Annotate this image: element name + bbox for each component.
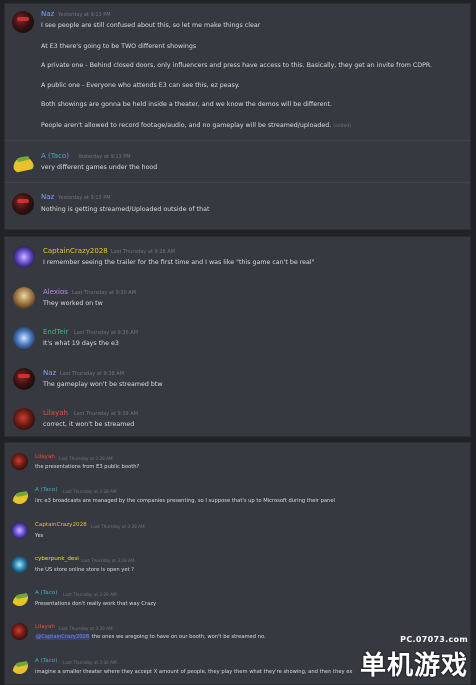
message-text: People aren't allowed to record footage/…: [41, 122, 351, 129]
avatar[interactable]: [11, 556, 28, 573]
message-text: It's what 19 days the e3: [43, 340, 119, 347]
timestamp: Last Thursday at 3:28 AM: [91, 524, 145, 529]
timestamp: Last Thursday at 9:36 AM: [74, 330, 139, 336]
timestamp: Last Thursday at 3:29 AM: [63, 592, 117, 597]
avatar[interactable]: [12, 193, 34, 215]
avatar[interactable]: [12, 11, 34, 33]
username[interactable]: EndTeir: [43, 328, 69, 336]
avatar[interactable]: [11, 522, 28, 539]
message-text: A private one - Behind closed doors, onl…: [41, 62, 433, 69]
timestamp: Last Thursday at 3:28 AM: [59, 456, 113, 461]
message-text: The gameplay won't be streamed btw: [43, 381, 163, 388]
timestamp: Last Thursday at 9:38 AM: [60, 371, 125, 377]
edited-label: (edited): [333, 124, 352, 129]
avatar[interactable]: [13, 246, 35, 268]
avatar[interactable]: [13, 408, 35, 430]
message-text: @CaptainCrazy2028 the ones we aregoing t…: [35, 634, 266, 640]
avatar[interactable]: [11, 589, 28, 606]
username[interactable]: Lilayah: [35, 624, 55, 630]
username[interactable]: CaptainCrazy2028: [35, 522, 87, 528]
timestamp: Last Thursday at 9:39 AM: [74, 411, 139, 417]
watermark-url: PC.07073.com: [400, 635, 468, 644]
username[interactable]: Lilayah: [43, 409, 68, 417]
username[interactable]: A (Taco): [35, 487, 57, 493]
divider: [5, 140, 470, 141]
message-text: Presentations don't really work that way…: [35, 601, 157, 607]
chat-panel-1: Naz Yesterday at 9:13 PM I see people ar…: [4, 3, 471, 230]
avatar[interactable]: [11, 657, 28, 674]
watermark: PC.07073.com 单机游戏: [344, 635, 472, 683]
message-line: the ones we aregoing to have on our boot…: [90, 634, 266, 640]
username[interactable]: CaptainCrazy2028: [43, 247, 108, 255]
divider: [5, 182, 470, 183]
username[interactable]: Alexios: [43, 288, 68, 296]
avatar[interactable]: [11, 487, 28, 504]
user-mention[interactable]: @CaptainCrazy2028: [35, 634, 91, 640]
username[interactable]: A (Taco): [35, 658, 57, 664]
message-text: At E3 there's going to be TWO different …: [41, 43, 197, 50]
message-text: the US store online store is open yet ?: [35, 567, 134, 573]
chat-panel-2: CaptainCrazy2028 Last Thursday at 9:28 A…: [4, 236, 471, 437]
message-line: People aren't allowed to record footage/…: [41, 122, 332, 129]
avatar[interactable]: [13, 287, 35, 309]
timestamp: Last Thursday at 3:28 AM: [81, 558, 135, 563]
timestamp: Last Thursday at 9:30 AM: [72, 290, 137, 296]
message-text: iirc e3 broadcasts are managed by the co…: [35, 498, 335, 504]
message-text: the presentations from E3 public booth?: [35, 464, 140, 470]
timestamp: Last Thursday at 3:30 AM: [63, 660, 117, 665]
timestamp: Yesterday at 9:13 PM: [58, 195, 111, 201]
username[interactable]: cyberpunk_desi: [35, 556, 79, 562]
message-text: correct, it won't be streamed: [43, 421, 135, 428]
message-text: Yes: [35, 533, 44, 539]
username[interactable]: Lilayah: [35, 454, 55, 460]
message-text: I see people are still confused about th…: [41, 22, 261, 29]
watermark-logo: 单机游戏: [359, 651, 468, 681]
message-text: They worked on tw: [43, 300, 103, 307]
username[interactable]: Naz: [43, 369, 56, 377]
avatar[interactable]: [11, 623, 28, 640]
avatar[interactable]: [12, 152, 34, 174]
timestamp: Last Thursday at 3:28 AM: [63, 489, 117, 494]
username[interactable]: A (Taco): [35, 590, 57, 596]
message-text: very different games under the hood: [41, 164, 158, 171]
timestamp: Last Thursday at 9:28 AM: [111, 249, 176, 255]
message-text: A public one - Everyone who attends E3 c…: [41, 82, 240, 89]
timestamp: Yesterday at 9:13 PM: [78, 154, 131, 160]
message-text: Both showings are gonna be held inside a…: [41, 101, 332, 108]
avatar[interactable]: [13, 368, 35, 390]
message-text: Nothing is getting streamed/Uploaded out…: [41, 206, 210, 213]
username[interactable]: A (Taco): [41, 152, 69, 160]
username[interactable]: Naz: [41, 193, 54, 201]
message-text: imagine a smaller theater where they acc…: [35, 669, 353, 675]
avatar[interactable]: [13, 327, 35, 349]
username[interactable]: Naz: [41, 10, 54, 18]
message-text: I remember seeing the trailer for the fi…: [43, 259, 315, 266]
avatar[interactable]: [11, 453, 28, 470]
timestamp: Last Thursday at 3:29 AM: [59, 626, 113, 631]
timestamp: Yesterday at 9:13 PM: [58, 12, 111, 18]
